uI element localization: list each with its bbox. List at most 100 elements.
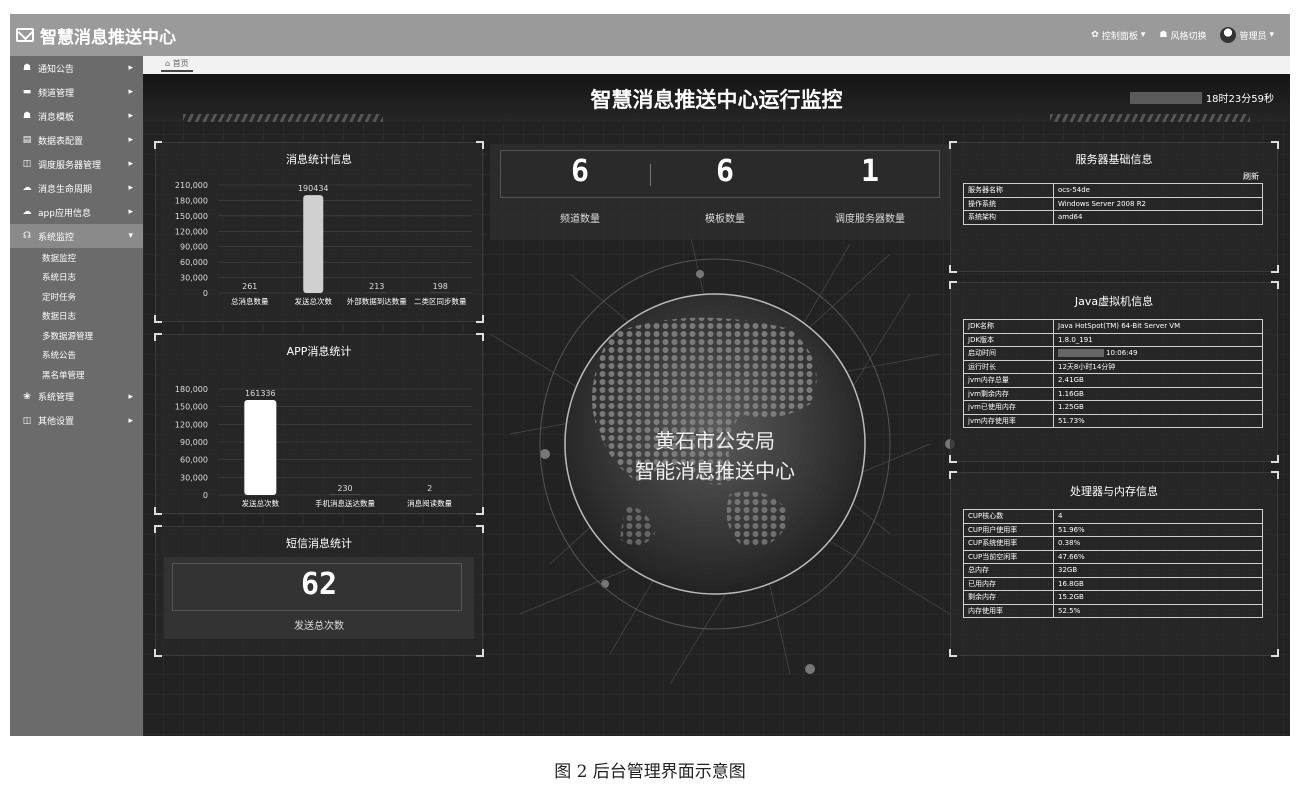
table-value: 1.16GB [1053,386,1263,401]
submenu-scheduled-tasks[interactable]: 定时任务 [10,287,143,307]
table-key: CUP系统使用率 [963,536,1054,551]
table-key: 运行时长 [963,359,1054,374]
table-value: 2.41GB [1053,373,1263,388]
chevron-right-icon: ▸ [128,183,133,193]
sidebar-item-monitor[interactable]: ☊ 系统监控 ▾ [10,224,143,248]
x-tick-label: 手机消息送达数量 [315,498,375,508]
sidebar-item-schedulers[interactable]: ◫ 调度服务器管理 ▸ [10,152,143,176]
table-key: jvm内存使用率 [963,413,1054,428]
bar [303,195,324,293]
y-tick-label: 180,000 [175,385,208,394]
server-info-panel: 服务器基础信息 刷新 服务器名称 ocs-54de 操作系统 Windows Ser… [949,141,1279,273]
x-tick-label: 二类区同步数量 [414,296,467,306]
submenu-data-monitor[interactable]: 数据监控 [10,248,143,268]
chevron-down-icon: ▾ [128,231,133,241]
table-key: 启动时间 [963,346,1054,361]
corner-decoration [1271,649,1279,657]
submenu-datasources[interactable]: 多数据源管理 [10,326,143,346]
sidebar-item-system[interactable]: ❀ 系统管理 ▸ [10,385,143,409]
table-key: CUP用户使用率 [963,522,1054,537]
scheduler-count-label: 调度服务器数量 [835,214,905,225]
y-tick-label: 150,000 [175,212,208,221]
avatar-icon [1220,27,1237,43]
doc-icon: ▤ [22,135,32,145]
corner-decoration [154,141,162,149]
corner-decoration [1271,281,1279,289]
table-key: 服务器名称 [963,183,1054,198]
server-info-table: 服务器名称 ocs-54de 操作系统 Windows Server 2008 R2… [963,183,1263,225]
table-value: 51.96% [1053,522,1263,537]
msg-stats-panel: 消息统计信息 0 30,000 60,000 90,000 120,000 150,000… [154,141,484,323]
bolt-icon: ❀ [23,391,31,402]
top-menu-dashboard[interactable]: ✿ 控制面板 ▾ [1091,29,1145,42]
shirt-icon: ☗ [22,111,32,121]
submenu-system-log[interactable]: 系统日志 [10,268,143,288]
y-tick-label: 0 [203,491,208,500]
clock-text: 18时23分59秒 [1205,94,1274,105]
sms-count: 62 [300,567,338,602]
corner-decoration [949,649,957,657]
tab-strip: ⌂ 首页 [143,56,1290,74]
corner-decoration [949,471,957,479]
sidebar-item-datatables[interactable]: ▤ 数据表配置 ▸ [10,128,143,152]
sidebar-item-notices[interactable]: ☗ 通知公告 ▸ [10,56,143,80]
cloud-icon: ☁ [22,207,32,217]
data-label: 161336 [245,389,276,398]
sidebar-item-channels[interactable]: ▬ 频道管理 ▸ [10,80,143,104]
dashboard-icon: ✿ [1091,30,1099,40]
table-value: 47.66% [1053,549,1263,564]
app-title: 智慧消息推送中心 [40,27,176,48]
palette-icon: ☗ [1159,30,1168,40]
dashboard: 智慧消息推送中心运行监控 18时23分59秒 黄石市公安局 智能消息推送中心 消… [143,74,1290,736]
tab-home[interactable]: ⌂ 首页 [161,58,193,72]
table-key: 总内存 [963,563,1054,578]
jvm-info-title: Java虚拟机信息 [1074,295,1154,308]
refresh-button[interactable]: 刷新 [1243,171,1259,182]
corner-decoration [154,649,162,657]
table-key: jvm已使用内存 [963,400,1054,415]
sidebar-item-templates[interactable]: ☗ 消息模板 ▸ [10,104,143,128]
table-value: Java HotSpot(TM) 64-Bit Server VM [1053,319,1263,334]
table-row: jvm内存使用率 51.73% [963,413,1263,428]
top-menu-theme[interactable]: ☗ 风格切换 [1159,29,1206,42]
table-key: CUP核心数 [963,509,1054,524]
table-value-text: 10:06:49 [1106,349,1138,358]
redacted-date [1129,91,1202,104]
sidebar-item-label: 频道管理 [38,88,75,99]
top-menu-label: 管理员 [1239,31,1267,42]
y-tick-label: 0 [203,289,208,298]
y-tick-label: 30,000 [180,274,208,283]
sidebar-item-apps[interactable]: ☁ app应用信息 ▸ [10,200,143,224]
corner-decoration [949,281,957,289]
home-icon: ⌂ [165,59,171,68]
data-label: 261 [242,282,257,291]
chevron-right-icon: ▸ [128,135,133,145]
table-key: CUP当前空闲率 [963,549,1054,564]
submenu-data-log[interactable]: 数据日志 [10,307,143,327]
sidebar-item-label: 消息模板 [38,112,75,123]
y-tick-label: 30,000 [180,473,208,482]
submenu-blacklist[interactable]: 黑名单管理 [10,365,143,385]
sidebar-item-lifecycle[interactable]: ☁ 消息生命周期 ▸ [10,176,143,200]
table-value: 16.8GB [1053,576,1263,591]
dashboard-header: 智慧消息推送中心运行监控 18时23分59秒 [143,74,1290,122]
sidebar-item-other[interactable]: ◫ 其他设置 ▸ [10,409,143,433]
corner-decoration [154,525,162,533]
table-value: Windows Server 2008 R2 [1053,196,1263,211]
table-key: jvm内存总量 [963,373,1054,388]
chevron-down-icon: ▾ [1269,30,1274,40]
table-row: 剩余内存 15.2GB [963,590,1263,605]
y-tick-label: 120,000 [175,420,208,429]
top-menu-user[interactable]: 管理员 ▾ [1220,27,1274,43]
table-value: 52.5% [1053,603,1263,618]
corner-decoration [1271,471,1279,479]
brand[interactable]: 智慧消息推送中心 [10,23,176,48]
corner-decoration [949,141,957,149]
cloud-icon: ☁ [22,183,32,193]
data-label: 198 [433,282,448,291]
header-decoration [183,114,383,122]
data-label: 230 [337,484,352,493]
table-row: 内存使用率 52.5% [963,603,1263,618]
submenu-system-notice[interactable]: 系统公告 [10,346,143,366]
y-tick-label: 90,000 [180,243,208,252]
